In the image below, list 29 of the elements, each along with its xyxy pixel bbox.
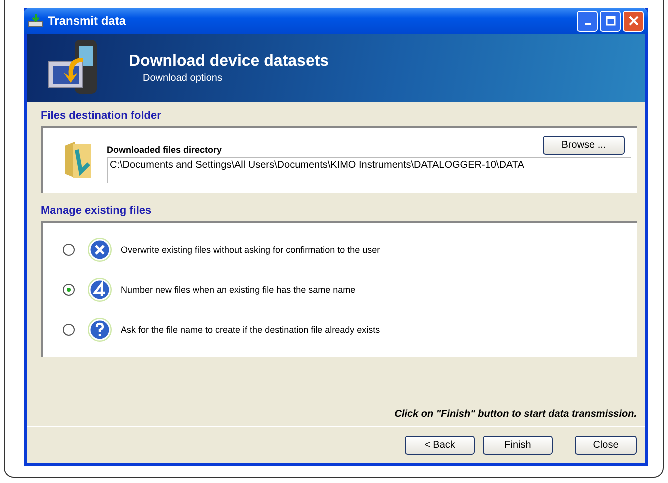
browse-button[interactable]: Browse ... xyxy=(543,136,625,155)
maximize-icon xyxy=(606,16,616,26)
option-label: Overwrite existing files without asking for confirmation to the user xyxy=(121,245,380,255)
transmit-icon xyxy=(28,14,44,28)
dialog-button[interactable]: Finish xyxy=(483,436,553,454)
question-circle-icon xyxy=(87,317,113,343)
x-circle-icon xyxy=(87,237,113,263)
radio-button[interactable] xyxy=(63,244,75,256)
close-button[interactable] xyxy=(623,10,644,32)
window-title: Transmit data xyxy=(48,14,128,28)
path-field[interactable]: C:\Documents and Settings\All Users\Documents\KIMO Instruments\DATALOGGER-10\DATA xyxy=(107,157,631,183)
minimize-button[interactable] xyxy=(577,10,598,32)
radio-button[interactable] xyxy=(63,284,75,296)
number-circle-icon xyxy=(87,277,113,303)
close-icon xyxy=(628,16,638,26)
maximize-button[interactable] xyxy=(600,10,621,32)
dialog-button[interactable]: Close xyxy=(575,436,637,454)
minimize-icon xyxy=(584,23,590,25)
hint-text: Click on "Finish" button to start data transmission. xyxy=(394,409,637,422)
header-title: Download device datasets xyxy=(129,52,330,70)
field-label: Downloaded files directory xyxy=(107,145,222,155)
option-label: Number new files when an existing file has the same name xyxy=(121,285,356,295)
radio-button[interactable] xyxy=(63,324,75,336)
section-title: Manage existing files xyxy=(41,205,153,217)
header-subtitle: Download options xyxy=(143,72,224,84)
section-title: Files destination folder xyxy=(41,110,162,122)
folder-icon xyxy=(63,140,93,180)
option-label: Ask for the file name to create if the destination file already exists xyxy=(121,325,380,335)
dialog-button[interactable]: < Back xyxy=(405,436,475,454)
